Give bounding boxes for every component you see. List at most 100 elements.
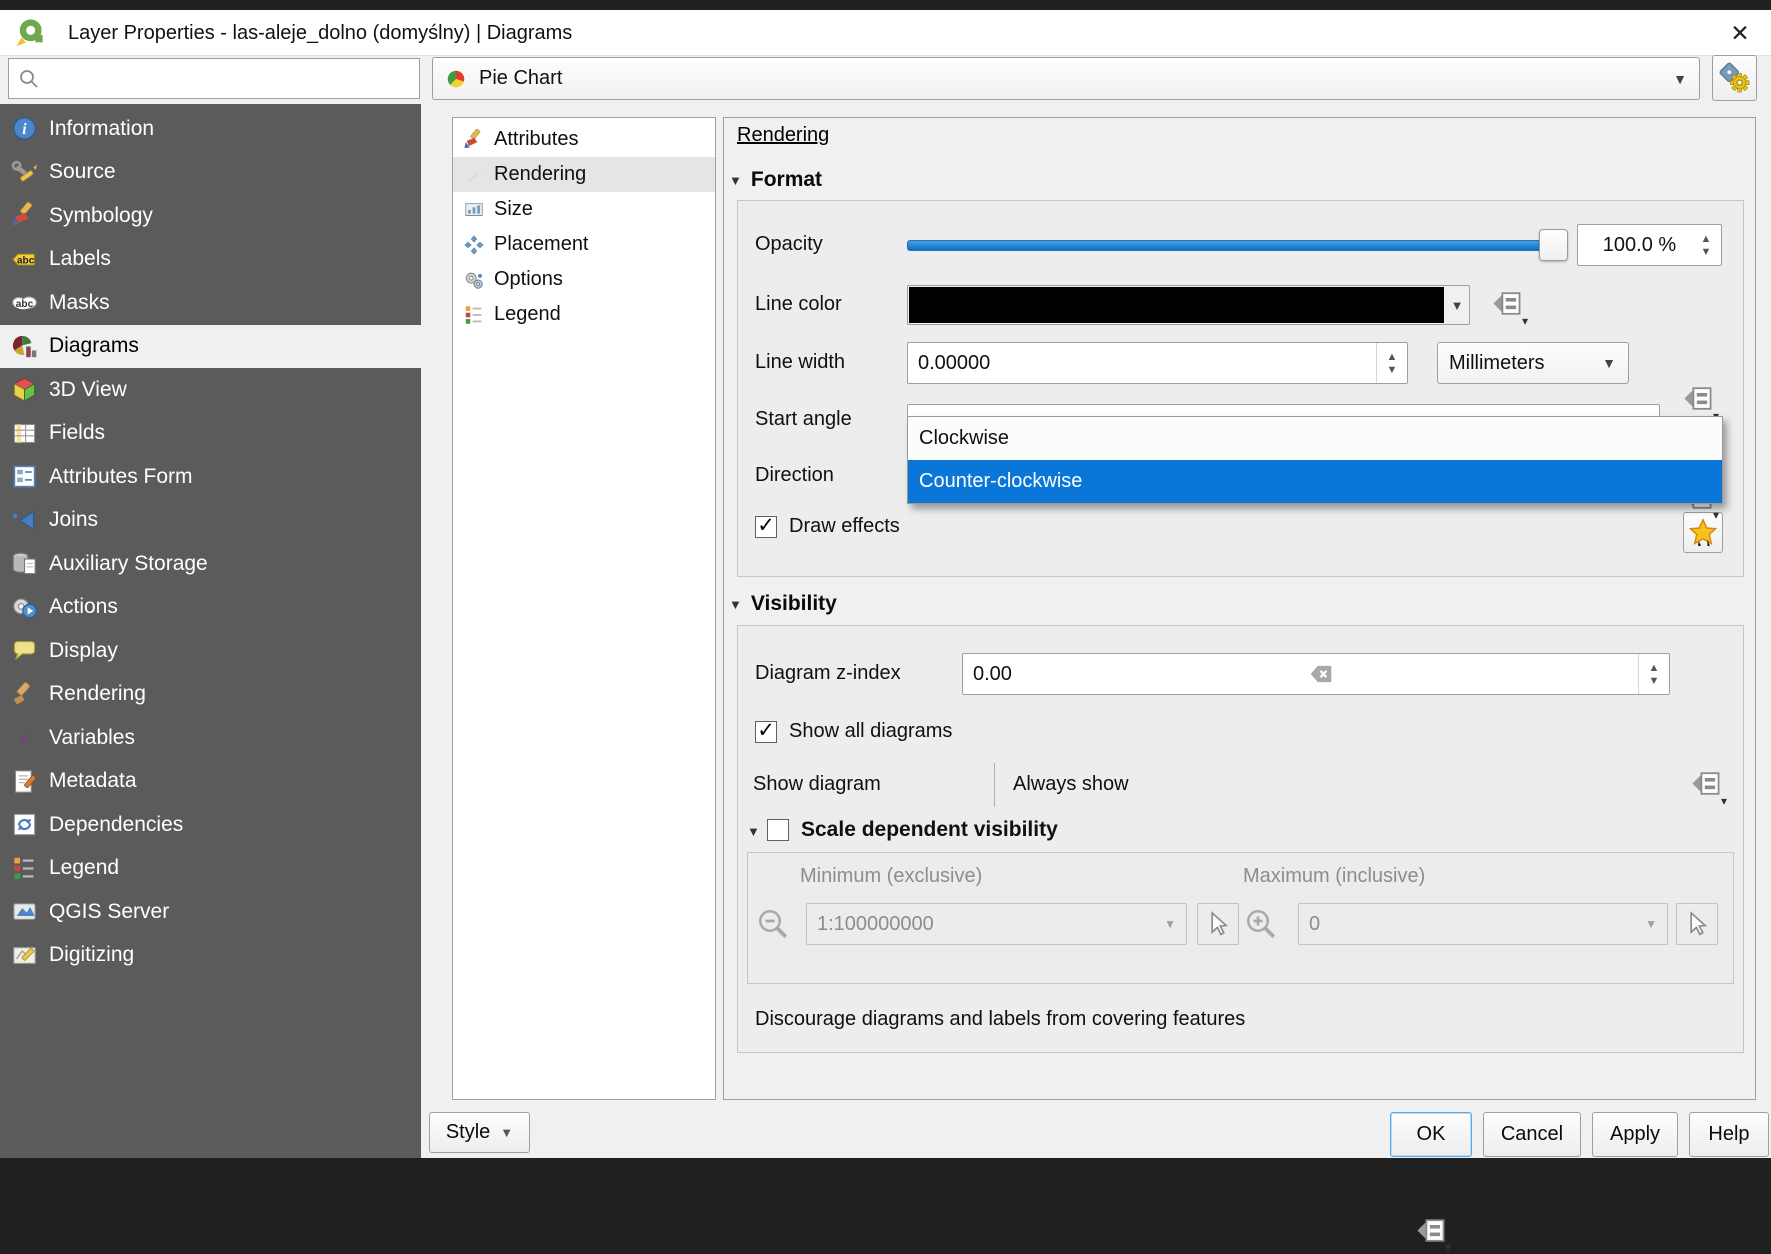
tab-size[interactable]: Size [453, 192, 715, 227]
collapse-triangle-icon: ▼ [729, 173, 742, 188]
sidebar-item-3d-view[interactable]: 3D View [0, 368, 421, 412]
format-section-header[interactable]: ▼ Format [729, 168, 822, 192]
apply-button[interactable]: Apply [1592, 1112, 1678, 1157]
symbology-icon [11, 202, 38, 229]
sidebar-item-label: Fields [49, 421, 105, 445]
spinner-arrows[interactable]: ▲▼ [1638, 654, 1669, 694]
maximum-scale-combobox[interactable]: 0 ▼ [1298, 903, 1668, 945]
display-icon [11, 637, 38, 664]
sidebar-item-metadata[interactable]: Metadata [0, 760, 421, 804]
masks-icon [11, 289, 38, 316]
minimum-scale-combobox[interactable]: 1:100000000 ▼ [806, 903, 1187, 945]
metadata-icon [11, 768, 38, 795]
line-width-unit-combobox[interactable]: Millimeters ▼ [1437, 342, 1629, 384]
search-input[interactable] [8, 58, 420, 99]
sidebar-item-label: Symbology [49, 204, 153, 228]
start-angle-label: Start angle [755, 408, 852, 431]
sidebar-item-legend[interactable]: Legend [0, 847, 421, 891]
diagram-type-combobox[interactable]: Pie Chart ▼ [432, 57, 1700, 100]
tab-attributes[interactable]: Attributes [453, 122, 715, 157]
sidebar-item-source[interactable]: Source [0, 151, 421, 195]
dependencies-icon [11, 811, 38, 838]
sidebar-item-label: 3D View [49, 378, 127, 402]
spinner-arrows[interactable]: ▲▼ [1376, 343, 1407, 383]
zoom-in-icon [1243, 906, 1279, 942]
tab-rendering[interactable]: Rendering [453, 157, 715, 192]
diagram-tabs-panel: Attributes Rendering SizePlacementOptionsL… [452, 117, 716, 1100]
sidebar-item-auxiliary-storage[interactable]: Auxiliary Storage [0, 542, 421, 586]
sidebar-item-attributes-form[interactable]: Attributes Form [0, 455, 421, 499]
placement-icon [463, 234, 485, 256]
chevron-down-icon: ▼ [1673, 71, 1687, 87]
data-defined-icon [1681, 382, 1714, 415]
visibility-section-header[interactable]: ▼ Visibility [729, 592, 837, 616]
cancel-button[interactable]: Cancel [1483, 1112, 1581, 1157]
sidebar-item-masks[interactable]: Masks [0, 281, 421, 325]
tab-label: Rendering [494, 163, 586, 186]
clear-field-icon[interactable] [1307, 661, 1335, 687]
data-defined-icon [1414, 1214, 1447, 1247]
sidebar-item-label: Diagrams [49, 334, 139, 358]
tab-legend[interactable]: Legend [453, 297, 715, 332]
line-width-data-defined-button[interactable]: ▾ [1680, 382, 1715, 419]
chevron-down-icon[interactable]: ▼ [1445, 286, 1469, 324]
draw-effects-label: Draw effects [789, 515, 900, 538]
opacity-slider-handle[interactable] [1539, 229, 1568, 261]
color-swatch [909, 287, 1444, 323]
style-menu-button[interactable]: Style ▼ [429, 1112, 530, 1153]
popup-option-clockwise[interactable]: Clockwise [908, 417, 1722, 460]
sidebar-item-variables[interactable]: Variables [0, 716, 421, 760]
sidebar-item-actions[interactable]: Actions [0, 586, 421, 630]
variables-icon [11, 724, 38, 751]
opacity-slider[interactable] [907, 240, 1545, 251]
legend-icon [11, 855, 38, 882]
sidebar-item-label: Rendering [49, 682, 146, 706]
sidebar-item-labels[interactable]: Labels [0, 238, 421, 282]
line-width-value: 0.00000 [908, 352, 990, 375]
sidebar-item-label: Masks [49, 291, 110, 315]
sidebar-item-label: Digitizing [49, 943, 134, 967]
tab-label: Attributes [494, 128, 578, 151]
line-color-data-defined-button[interactable]: ▾ [1489, 287, 1524, 324]
sidebar-item-information[interactable]: Information [0, 107, 421, 151]
discourage-data-defined-button[interactable]: ▾ [1413, 1214, 1447, 1250]
line-width-spinbox[interactable]: 0.00000 ▲▼ [907, 342, 1408, 384]
tab-options[interactable]: Options [453, 262, 715, 297]
direction-label: Direction [755, 464, 834, 487]
sidebar-item-joins[interactable]: Joins [0, 499, 421, 543]
show-diagram-label: Show diagram [753, 773, 881, 796]
window-title: Layer Properties - las-aleje_dolno (domy… [68, 22, 572, 45]
sidebar-item-label: Joins [49, 508, 98, 532]
sidebar-item-symbology[interactable]: Symbology [0, 194, 421, 238]
line-color-button[interactable]: ▼ [907, 285, 1470, 325]
z-index-label: Diagram z-index [755, 662, 901, 685]
sidebar-item-digitizing[interactable]: Digitizing [0, 934, 421, 978]
draw-effects-checkbox[interactable]: ✓ [755, 516, 777, 538]
set-min-to-canvas-button[interactable] [1197, 903, 1239, 945]
z-index-spinbox[interactable]: 0.00 ▲▼ [962, 653, 1670, 695]
help-button[interactable]: Help [1689, 1112, 1769, 1157]
scale-dependent-checkbox[interactable] [767, 819, 789, 841]
sidebar-item-dependencies[interactable]: Dependencies [0, 803, 421, 847]
sidebar-item-diagrams[interactable]: Diagrams [0, 325, 421, 369]
sidebar-item-label: QGIS Server [49, 900, 169, 924]
sidebar-item-rendering[interactable]: Rendering [0, 673, 421, 717]
sidebar-item-fields[interactable]: Fields [0, 412, 421, 456]
sidebar-item-label: Information [49, 117, 154, 141]
automated-placement-settings-button[interactable] [1712, 55, 1757, 101]
sidebar-item-qgis-server[interactable]: QGIS Server [0, 890, 421, 934]
sidebar-item-label: Display [49, 639, 118, 663]
close-icon[interactable]: ✕ [1722, 16, 1758, 50]
joins-icon [11, 507, 38, 534]
show-all-diagrams-checkbox[interactable]: ✓ [755, 721, 777, 743]
sidebar-item-display[interactable]: Display [0, 629, 421, 673]
popup-option-counter-clockwise[interactable]: Counter-clockwise [908, 460, 1722, 503]
set-max-to-canvas-button[interactable] [1676, 903, 1718, 945]
ok-button[interactable]: OK [1390, 1112, 1472, 1157]
spinner-arrows[interactable]: ▲▼ [1691, 225, 1721, 265]
tab-placement[interactable]: Placement [453, 227, 715, 262]
opacity-spinbox[interactable]: 100.0 % ▲▼ [1577, 224, 1722, 266]
z-index-value: 0.00 [963, 663, 1012, 686]
collapse-triangle-icon[interactable]: ▼ [747, 824, 760, 839]
z-index-data-defined-button[interactable]: ▾ [1688, 767, 1723, 804]
